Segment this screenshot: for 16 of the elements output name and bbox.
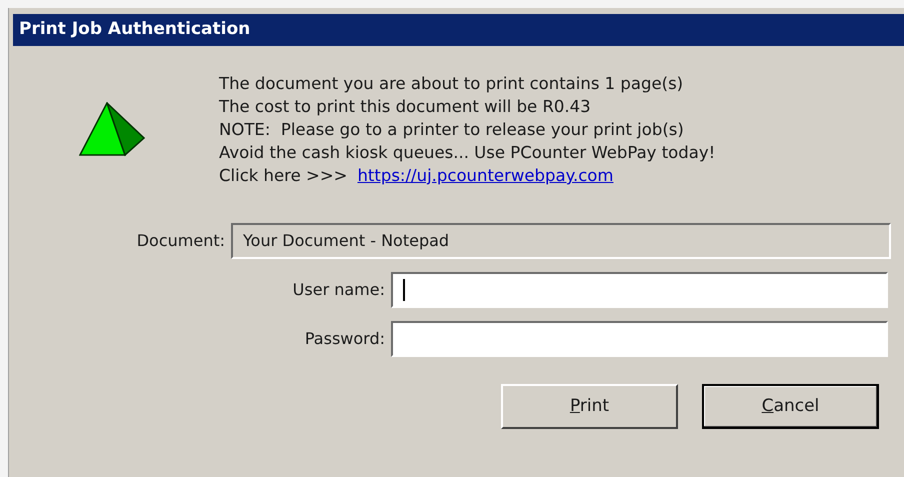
message-line: NOTE: Please go to a printer to release your print job(s) [219,119,685,141]
input-field[interactable] [391,272,888,308]
message-line: The cost to print this document will be R0.43 [219,96,592,118]
webpay-link[interactable]: https://uj.pcounterwebpay.com [357,164,614,187]
field-label: Password: [304,328,386,350]
field-label: Document: [136,230,226,252]
dialog-button[interactable]: Cancel [702,384,879,429]
link-prefix: Click here >>> [219,165,348,187]
dialog-button[interactable]: Print [501,384,678,429]
input-field[interactable] [391,321,888,357]
window-title: Print Job Authentication [19,18,250,42]
field-label: User name: [292,279,386,301]
message-line: Avoid the cash kiosk queues... Use PCounter WebPay today! [219,142,716,164]
input-field: Your Document - Notepad [231,223,891,259]
message-line: The document you are about to print contains 1 page(s) [219,73,684,95]
pyramid-icon [79,102,145,158]
